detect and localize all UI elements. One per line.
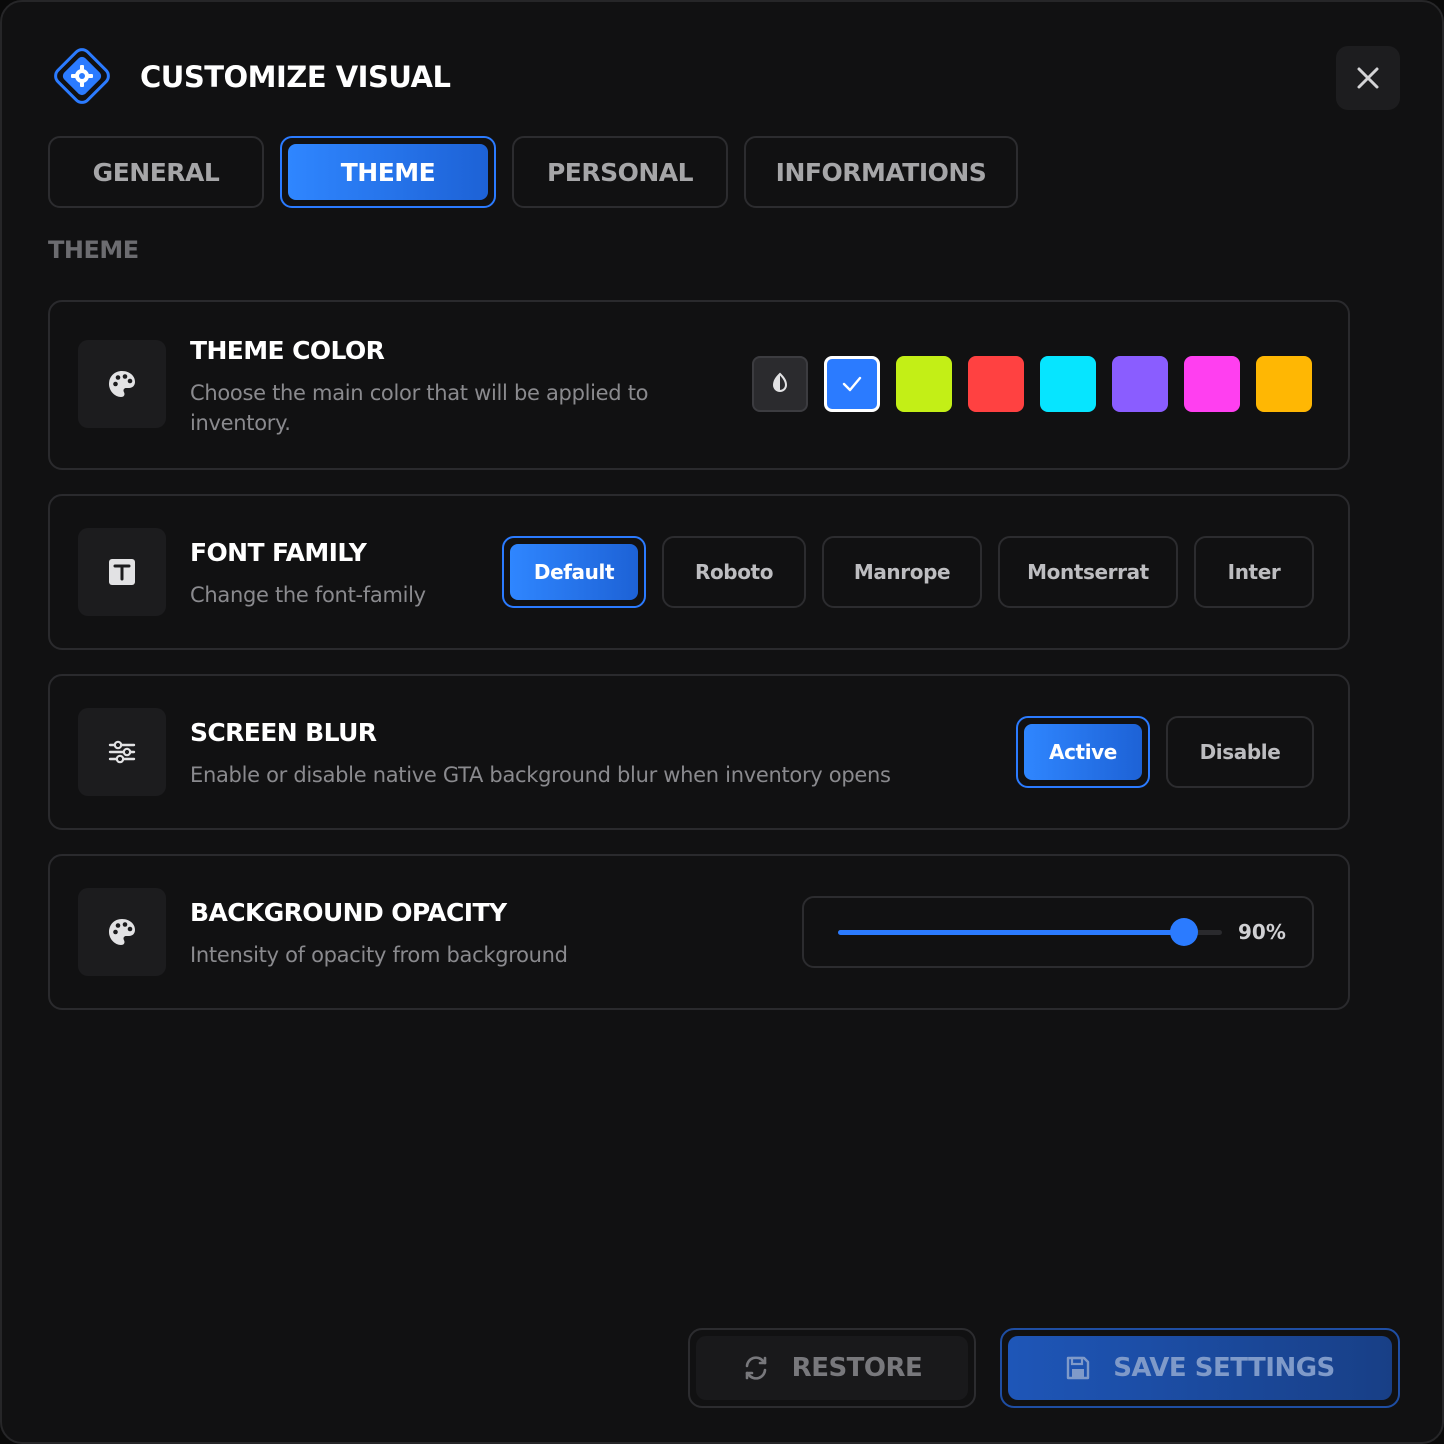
card-description: Choose the main color that will be appli… [190,381,649,435]
font-option-manrope[interactable]: Manrope [822,536,982,608]
card-description: Intensity of opacity from background [190,943,568,967]
save-label: SAVE SETTINGS [1113,1353,1335,1383]
card-title: FONT FAMILY [190,538,367,567]
swatch-contrast[interactable] [752,356,808,412]
background-opacity-card: BACKGROUND OPACITY Intensity of opacity … [48,854,1350,1010]
card-title: THEME COLOR [190,336,385,365]
font-option-default[interactable]: Default [502,536,646,608]
palette-icon [78,888,166,976]
option-label: Manrope [853,560,951,584]
check-icon [842,376,862,392]
blur-option-disable[interactable]: Disable [1166,716,1314,788]
restore-label: RESTORE [791,1353,923,1383]
palette-icon [78,340,166,428]
option-label: Disable [1199,740,1281,764]
card-title: SCREEN BLUR [190,718,377,747]
swatch-magenta[interactable] [1184,356,1240,412]
slider-thumb[interactable] [1169,918,1198,946]
gear-icon [50,44,114,108]
card-title: BACKGROUND OPACITY [190,898,507,927]
close-icon [1357,67,1379,89]
swatch-purple[interactable] [1112,356,1168,412]
screen-blur-card: SCREEN BLUR Enable or disable native GTA… [48,674,1350,830]
font-option-montserrat[interactable]: Montserrat [998,536,1178,608]
theme-color-card: THEME COLOR Choose the main color that w… [48,300,1350,470]
card-description: Change the font-family [190,583,426,607]
slider-fill [838,930,1184,935]
swatch-cyan[interactable] [1040,356,1096,412]
tab-label: INFORMATIONS [775,157,987,187]
section-label: THEME [48,236,139,264]
option-label: Roboto [694,560,774,584]
option-label: Default [533,560,615,584]
restore-button[interactable]: RESTORE [688,1328,976,1408]
option-label: Active [1049,740,1117,764]
floppy-disk-icon [1067,1356,1090,1380]
swatch-amber[interactable] [1256,356,1312,412]
card-description: Enable or disable native GTA background … [190,763,891,787]
tab-label: GENERAL [92,157,220,187]
contrast-icon [772,372,788,392]
refresh-icon [745,1356,766,1380]
save-settings-button[interactable]: SAVE SETTINGS [1000,1328,1400,1408]
close-button[interactable] [1336,46,1400,110]
tab-general[interactable]: GENERAL [48,136,264,208]
slider-track[interactable] [838,918,1222,946]
sliders-icon [78,708,166,796]
tab-label: PERSONAL [546,157,694,187]
blur-option-active[interactable]: Active [1016,716,1150,788]
text-icon [78,528,166,616]
swatch-red[interactable] [968,356,1024,412]
slider-value: 90% [1238,920,1286,944]
swatch-lime[interactable] [896,356,952,412]
swatch-blue[interactable] [824,356,880,412]
font-option-roboto[interactable]: Roboto [662,536,806,608]
option-label: Inter [1227,560,1281,584]
tab-personal[interactable]: PERSONAL [512,136,728,208]
font-option-inter[interactable]: Inter [1194,536,1314,608]
opacity-slider[interactable]: 90% [802,896,1314,968]
option-label: Montserrat [1027,560,1149,584]
font-family-card: FONT FAMILY Change the font-family Defau… [48,494,1350,650]
customize-visual-modal: CUSTOMIZE VISUAL GENERAL THEME PERSONAL … [0,0,1444,1444]
page-title: CUSTOMIZE VISUAL [140,60,451,94]
tab-label: THEME [340,157,436,187]
tab-theme[interactable]: THEME [280,136,496,208]
tab-informations[interactable]: INFORMATIONS [744,136,1018,208]
